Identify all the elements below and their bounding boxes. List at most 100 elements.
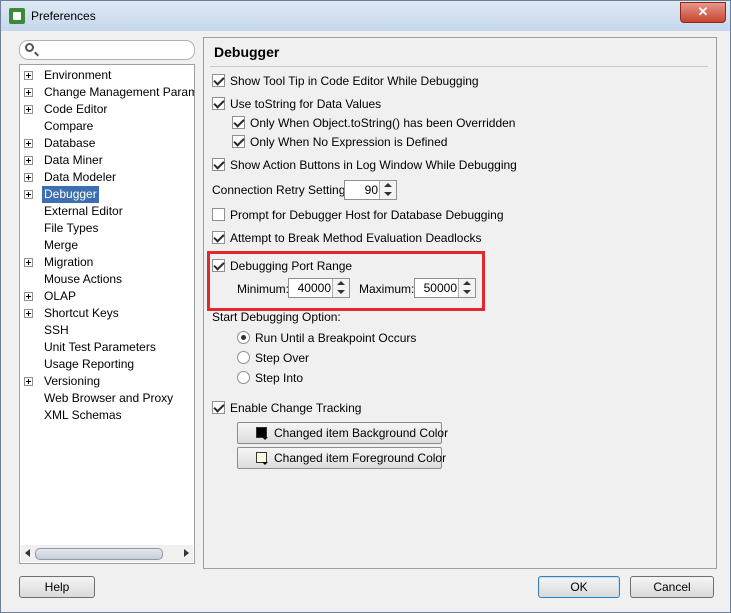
connection-retry-spinner[interactable]: 90 bbox=[344, 180, 397, 200]
tree-item[interactable]: SSH bbox=[20, 322, 194, 339]
highlight-box bbox=[207, 251, 485, 311]
tree-item-label: Usage Reporting bbox=[44, 357, 135, 371]
only-overridden-checkbox[interactable] bbox=[232, 116, 245, 129]
foreground-color-label: Changed item Foreground Color bbox=[274, 451, 447, 465]
background-color-button[interactable]: Changed item Background Color bbox=[237, 422, 448, 444]
tree-item-label: Mouse Actions bbox=[44, 272, 123, 286]
tree-item[interactable]: Merge bbox=[20, 237, 194, 254]
scroll-left-icon[interactable] bbox=[25, 549, 30, 557]
only-no-expression-label: Only When No Expression is Defined bbox=[250, 135, 448, 149]
tree-item[interactable]: Usage Reporting bbox=[20, 356, 194, 373]
tree-item[interactable]: Versioning bbox=[20, 373, 194, 390]
radio-label: Run Until a Breakpoint Occurs bbox=[255, 331, 417, 345]
tree-item-label: Debugger bbox=[42, 186, 99, 203]
tree-item[interactable]: XML Schemas bbox=[20, 407, 194, 424]
radio-label: Step Over bbox=[255, 351, 310, 365]
tree-item[interactable]: File Types bbox=[20, 220, 194, 237]
change-tracking-checkbox[interactable] bbox=[212, 401, 225, 414]
expand-icon[interactable] bbox=[24, 173, 33, 182]
tree-item-label: Data Modeler bbox=[44, 170, 117, 184]
show-tooltip-checkbox[interactable] bbox=[212, 74, 225, 87]
foreground-color-button[interactable]: Changed item Foreground Color bbox=[237, 447, 446, 469]
tree-item[interactable]: Change Management Paramet bbox=[20, 84, 195, 101]
connection-retry-value: 90 bbox=[364, 183, 378, 197]
tree-item-label: XML Schemas bbox=[44, 408, 122, 422]
tree-item-label: Versioning bbox=[44, 374, 101, 388]
expand-icon[interactable] bbox=[24, 292, 33, 301]
radio-label: Step Into bbox=[255, 371, 304, 385]
show-action-buttons-checkbox[interactable] bbox=[212, 158, 225, 171]
tree-item[interactable]: Mouse Actions bbox=[20, 271, 194, 288]
scrollbar-thumb[interactable] bbox=[35, 548, 163, 560]
expand-icon[interactable] bbox=[24, 190, 33, 199]
dropdown-arrow-icon bbox=[262, 462, 268, 465]
tree-item-label: Web Browser and Proxy bbox=[44, 391, 174, 405]
divider bbox=[210, 66, 708, 67]
scroll-right-icon[interactable] bbox=[184, 549, 189, 557]
expand-icon[interactable] bbox=[24, 88, 33, 97]
expand-icon[interactable] bbox=[24, 309, 33, 318]
use-tostring-label: Use toString for Data Values bbox=[230, 97, 382, 111]
tree-item-label: File Types bbox=[44, 221, 99, 235]
close-button[interactable]: ✕ bbox=[680, 2, 726, 23]
cancel-button[interactable]: Cancel bbox=[630, 576, 714, 598]
tree-item[interactable]: OLAP bbox=[20, 288, 194, 305]
tree-item[interactable]: Shortcut Keys bbox=[20, 305, 194, 322]
title-bar[interactable]: Preferences ✕ bbox=[1, 1, 730, 31]
use-tostring-checkbox[interactable] bbox=[212, 97, 225, 110]
radio-button[interactable] bbox=[237, 371, 250, 384]
tree-item-label: Change Management Paramet bbox=[44, 85, 195, 99]
tree-item-label: Code Editor bbox=[44, 102, 108, 116]
spin-down-icon[interactable] bbox=[384, 192, 392, 196]
tree-item[interactable]: Environment bbox=[20, 67, 194, 84]
tree-item-label: OLAP bbox=[44, 289, 77, 303]
tree-item[interactable]: Code Editor bbox=[20, 101, 194, 118]
page-title: Debugger bbox=[214, 44, 280, 60]
break-deadlocks-checkbox[interactable] bbox=[212, 231, 225, 244]
tree-item[interactable]: Debugger bbox=[20, 186, 194, 203]
tree-item[interactable]: Database bbox=[20, 135, 194, 152]
tree-item[interactable]: External Editor bbox=[20, 203, 194, 220]
tree-item[interactable]: Web Browser and Proxy bbox=[20, 390, 194, 407]
expand-icon[interactable] bbox=[24, 156, 33, 165]
radio-button[interactable] bbox=[237, 331, 250, 344]
spin-up-icon[interactable] bbox=[384, 183, 392, 187]
expand-icon[interactable] bbox=[24, 139, 33, 148]
only-no-expression-checkbox[interactable] bbox=[232, 135, 245, 148]
expand-icon[interactable] bbox=[24, 258, 33, 267]
break-deadlocks-label: Attempt to Break Method Evaluation Deadl… bbox=[230, 231, 482, 245]
tree-item-label: Merge bbox=[44, 238, 79, 252]
prompt-host-label: Prompt for Debugger Host for Database De… bbox=[230, 208, 504, 222]
ok-button[interactable]: OK bbox=[538, 576, 620, 598]
tree-item[interactable]: Migration bbox=[20, 254, 194, 271]
tree-item-label: Database bbox=[44, 136, 96, 150]
background-color-label: Changed item Background Color bbox=[274, 426, 449, 440]
tree-item[interactable]: Data Miner bbox=[20, 152, 194, 169]
expand-icon[interactable] bbox=[24, 377, 33, 386]
spinner-buttons[interactable] bbox=[379, 181, 396, 199]
radio-button[interactable] bbox=[237, 351, 250, 364]
tree-item-label: Unit Test Parameters bbox=[44, 340, 156, 354]
expand-icon[interactable] bbox=[24, 71, 33, 80]
app-icon bbox=[9, 8, 25, 24]
horizontal-scrollbar[interactable] bbox=[21, 545, 193, 562]
tree-item-label: Compare bbox=[44, 119, 94, 133]
tree-item-label: Migration bbox=[44, 255, 94, 269]
search-input[interactable] bbox=[19, 40, 195, 60]
only-overridden-label: Only When Object.toString() has been Ove… bbox=[250, 116, 516, 130]
tree-item[interactable]: Unit Test Parameters bbox=[20, 339, 194, 356]
show-tooltip-label: Show Tool Tip in Code Editor While Debug… bbox=[230, 74, 479, 88]
preferences-tree[interactable]: Environment Change Management Paramet Code… bbox=[19, 64, 195, 564]
tree-item[interactable]: Compare bbox=[20, 118, 194, 135]
help-button[interactable]: Help bbox=[19, 576, 95, 598]
tree-item-label: External Editor bbox=[44, 204, 123, 218]
change-tracking-label: Enable Change Tracking bbox=[230, 401, 362, 415]
expand-icon[interactable] bbox=[24, 105, 33, 114]
tree-item-label: Shortcut Keys bbox=[44, 306, 119, 320]
prompt-host-checkbox[interactable] bbox=[212, 208, 225, 221]
dialog-body: Environment Change Management Paramet Code… bbox=[8, 31, 723, 606]
dropdown-arrow-icon bbox=[262, 437, 268, 440]
tree-item[interactable]: Data Modeler bbox=[20, 169, 194, 186]
window-title: Preferences bbox=[31, 9, 96, 23]
tree-item-label: SSH bbox=[44, 323, 69, 337]
